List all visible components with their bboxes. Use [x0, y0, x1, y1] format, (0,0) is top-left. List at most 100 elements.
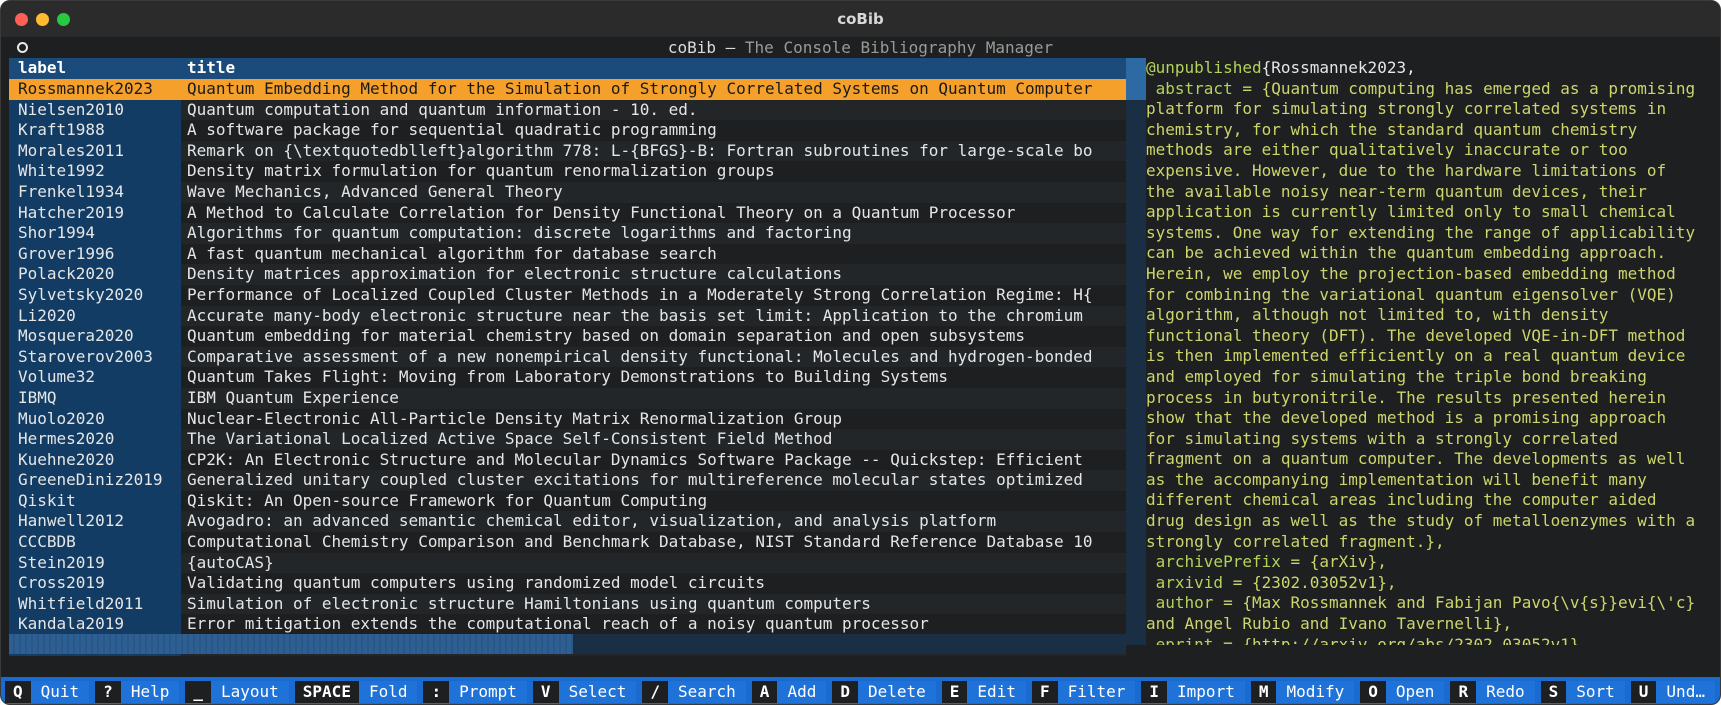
table-row[interactable]: Nielsen2010 Quantum computation and quant… [9, 99, 1126, 121]
keybinding-fold[interactable]: SPACE Fold [294, 680, 418, 703]
table-row[interactable]: Muolo2020 Nuclear-Electronic All-Particle… [9, 408, 1126, 430]
row-title: Accurate many-body electronic structure … [181, 305, 1126, 327]
keybinding-key: S [1540, 680, 1567, 703]
keybinding-edit[interactable]: E Edit [941, 680, 1026, 703]
keybinding-filter[interactable]: F Filter [1031, 680, 1136, 703]
table-row[interactable]: White1992 Density matrix formulation for … [9, 161, 1126, 182]
row-title: Wave Mechanics, Advanced General Theory [181, 181, 1126, 203]
table-row[interactable]: Grover1996 A fast quantum mechanical algo… [9, 243, 1126, 265]
keybinding-add[interactable]: A Add [751, 680, 827, 703]
table-row[interactable]: Stein2019 {autoCAS} [9, 552, 1126, 574]
row-title: Computational Chemistry Comparison and B… [181, 532, 1126, 553]
vertical-scrollbar[interactable] [1126, 58, 1146, 645]
keybinding-modify[interactable]: M Modify [1250, 680, 1355, 703]
row-label: Shor1994 [9, 223, 181, 244]
entry-line: can be achieved within the quantum embed… [1146, 243, 1718, 264]
table-row[interactable]: Volume32 Quantum Takes Flight: Moving fro… [9, 367, 1126, 388]
entry-list: Rossmannek2023 Quantum Embedding Method f… [9, 79, 1126, 656]
vertical-scroll-thumb[interactable] [1126, 58, 1146, 100]
keybinding-action: Help [120, 680, 180, 703]
keybinding-key: / [642, 680, 668, 703]
keybinding-delete[interactable]: D Delete [832, 680, 936, 703]
row-title: IBM Quantum Experience [181, 387, 1126, 409]
table-row[interactable]: CCCBDB Computational Chemistry Comparison… [9, 532, 1126, 553]
close-window-button[interactable] [15, 13, 28, 26]
column-header-title[interactable]: title [187, 58, 1127, 79]
keybinding-und[interactable]: U Und… [1630, 680, 1715, 703]
entry-field-value: and employed for simulating the triple b… [1146, 366, 1647, 386]
column-header-label[interactable]: label [18, 58, 178, 79]
table-row-selected[interactable]: Rossmannek2023 Quantum Embedding Method f… [9, 79, 1126, 100]
keybinding-key: _ [185, 680, 211, 703]
minimize-window-button[interactable] [36, 13, 49, 26]
keybinding-select[interactable]: V Select [532, 680, 637, 703]
horizontal-scroll-thumb[interactable] [9, 634, 573, 654]
entry-field-value: for combining the variational quantum ei… [1146, 284, 1676, 304]
table-row[interactable]: Staroverov2003 Comparative assessment of … [9, 346, 1126, 368]
row-label: Cross2019 [9, 573, 181, 594]
keybinding-help[interactable]: ? Help [95, 680, 180, 703]
table-row[interactable]: Whitfield2011 Simulation of electronic st… [9, 593, 1126, 615]
table-row[interactable]: Hanwell2012 Avogadro: an advanced semanti… [9, 511, 1126, 533]
table-row[interactable]: IBMQ IBM Quantum Experience [9, 387, 1126, 409]
entry-line: Herein, we employ the projection-based e… [1146, 264, 1718, 285]
row-title: Quantum computation and quantum informat… [181, 99, 1126, 121]
app-subtitle: The Console Bibliography Manager [744, 38, 1054, 57]
keybinding-layout[interactable]: _ Layout [185, 680, 289, 703]
table-row[interactable]: Kraft1988 A software package for sequenti… [9, 120, 1126, 141]
table-row[interactable]: Hermes2020 The Variational Localized Acti… [9, 429, 1126, 450]
keybinding-action: Select [558, 680, 637, 703]
table-row[interactable]: Morales2011 Remark on {\textquotedblleft}… [9, 140, 1126, 162]
entry-field-key: abstract [1146, 78, 1233, 98]
entry-line: platform for simulating strongly correla… [1146, 99, 1718, 120]
table-row[interactable]: Kandala2019 Error mitigation extends the … [9, 614, 1126, 636]
table-row[interactable]: Li2020 Accurate many-body electronic stru… [9, 305, 1126, 327]
entry-line: author = {Max Rossmannek and Fabijan Pav… [1146, 593, 1718, 614]
keybinding-prompt[interactable]: : Prompt [423, 680, 527, 703]
row-label: Frenkel1934 [9, 181, 181, 203]
table-row[interactable]: Sylvetsky2020 Performance of Localized Co… [9, 284, 1126, 306]
entry-line: fragment on a quantum computer. The deve… [1146, 449, 1718, 470]
entry-list-pane[interactable]: label title Rossmannek2023 Quantum Embedd… [9, 58, 1146, 656]
row-title: Quantum Takes Flight: Moving from Labora… [181, 367, 1126, 388]
table-row[interactable]: Kuehne2020 CP2K: An Electronic Structure … [9, 449, 1126, 471]
keybinding-key: D [832, 680, 858, 703]
keybinding-search[interactable]: / Search [642, 680, 746, 703]
entry-line: methods are either qualitatively inaccur… [1146, 140, 1718, 161]
maximize-window-button[interactable] [57, 13, 70, 26]
row-label: Grover1996 [9, 243, 181, 265]
entry-field-key: author [1146, 593, 1214, 613]
entry-view-pane[interactable]: @unpublished{Rossmannek2023, abstract = … [1146, 58, 1718, 645]
keybinding-redo[interactable]: R Redo [1450, 680, 1535, 703]
header-dash: – [716, 38, 745, 57]
keybinding-key: M [1250, 680, 1277, 703]
row-label: Kandala2019 [9, 614, 181, 636]
row-label: Volume32 [9, 367, 181, 388]
entry-line: chemistry, for which the standard quantu… [1146, 120, 1718, 141]
horizontal-scrollbar[interactable] [9, 634, 1126, 654]
row-title: A software package for sequential quadra… [181, 120, 1126, 141]
table-row[interactable]: Polack2020 Density matrices approximation… [9, 264, 1126, 285]
table-row[interactable]: Shor1994 Algorithms for quantum computati… [9, 223, 1126, 244]
terminal-window: coBib coBib – The Console Bibliography M… [0, 0, 1721, 705]
table-row[interactable]: Qiskit Qiskit: An Open-source Framework f… [9, 490, 1126, 512]
keybinding-open[interactable]: O Open [1360, 680, 1445, 703]
keybinding-import[interactable]: I Import [1141, 680, 1245, 703]
row-label: Sylvetsky2020 [9, 284, 181, 306]
keybinding-key: ? [95, 680, 121, 703]
table-row[interactable]: Cross2019 Validating quantum computers us… [9, 573, 1126, 594]
keybinding-quit[interactable]: Q Quit [5, 680, 90, 703]
table-row[interactable]: Hatcher2019 A Method to Calculate Correla… [9, 202, 1126, 224]
table-row[interactable]: GreeneDiniz2019 Generalized unitary coupl… [9, 470, 1126, 491]
entry-field-value: show that the developed method is a prom… [1146, 408, 1667, 428]
row-label: CCCBDB [9, 532, 181, 553]
entry-field-value: is then implemented efficiently on a rea… [1146, 346, 1686, 366]
keybinding-action: Fold [358, 680, 418, 703]
table-row[interactable]: Mosquera2020 Quantum embedding for materi… [9, 326, 1126, 347]
table-row[interactable]: Frenkel1934 Wave Mechanics, Advanced Gene… [9, 181, 1126, 203]
row-title: Density matrices approximation for elect… [181, 264, 1126, 285]
row-title: Density matrix formulation for quantum r… [181, 161, 1126, 182]
keybinding-sort[interactable]: S Sort [1540, 680, 1625, 703]
keybinding-action: Open [1385, 680, 1445, 703]
entry-field-value: Herein, we employ the projection-based e… [1146, 263, 1676, 283]
